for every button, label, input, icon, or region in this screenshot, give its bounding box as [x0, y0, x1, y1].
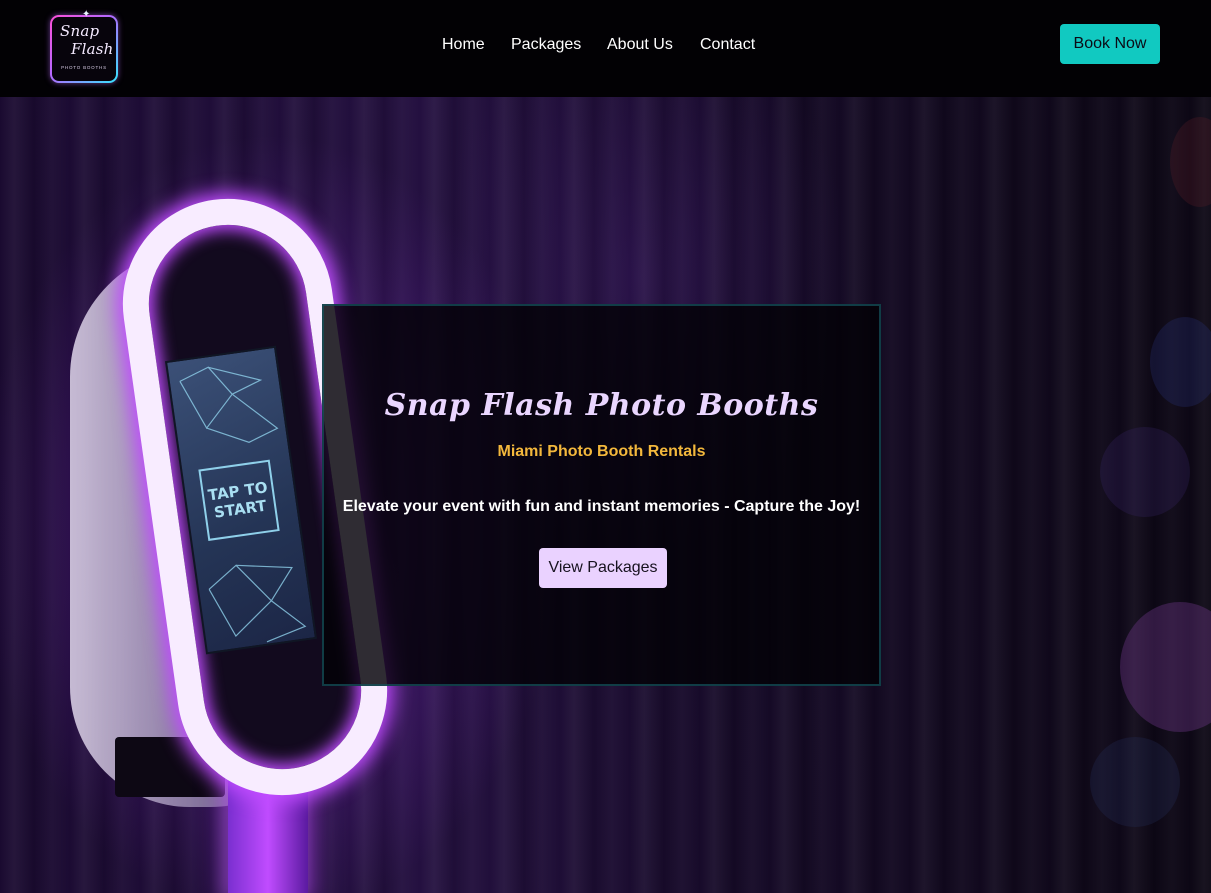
- view-packages-button[interactable]: View Packages: [539, 548, 667, 588]
- logo-text-subtitle: PHOTO BOOTHS: [61, 65, 107, 70]
- snap-flash-logo[interactable]: ✦ Snap Flash PHOTO BOOTHS: [50, 10, 118, 83]
- hero-section: TAP TO START Snap Flash Photo Booths Mia…: [0, 97, 1211, 893]
- nav-link-about-us[interactable]: About Us: [607, 34, 673, 56]
- hero-title: Snap Flash Photo Booths: [384, 388, 819, 423]
- logo-text-snap: Snap: [60, 22, 100, 40]
- bokeh-light: [1100, 427, 1190, 517]
- site-header: ✦ Snap Flash PHOTO BOOTHS Home Packages …: [0, 0, 1211, 97]
- bokeh-light: [1090, 737, 1180, 827]
- nav-link-packages[interactable]: Packages: [511, 34, 581, 56]
- tap-to-start-label: TAP TO START: [198, 459, 280, 541]
- logo-text-flash: Flash: [71, 40, 114, 58]
- nav-link-home[interactable]: Home: [442, 34, 485, 56]
- hero-card: Snap Flash Photo Booths Miami Photo Boot…: [322, 304, 881, 686]
- nav-link-contact[interactable]: Contact: [700, 34, 755, 56]
- sparkle-icon: ✦: [82, 9, 91, 20]
- hero-tagline: Elevate your event with fun and instant …: [342, 498, 861, 515]
- book-now-button[interactable]: Book Now: [1060, 24, 1160, 64]
- bokeh-light: [1150, 317, 1211, 407]
- hero-subtitle: Miami Photo Booth Rentals: [497, 443, 706, 460]
